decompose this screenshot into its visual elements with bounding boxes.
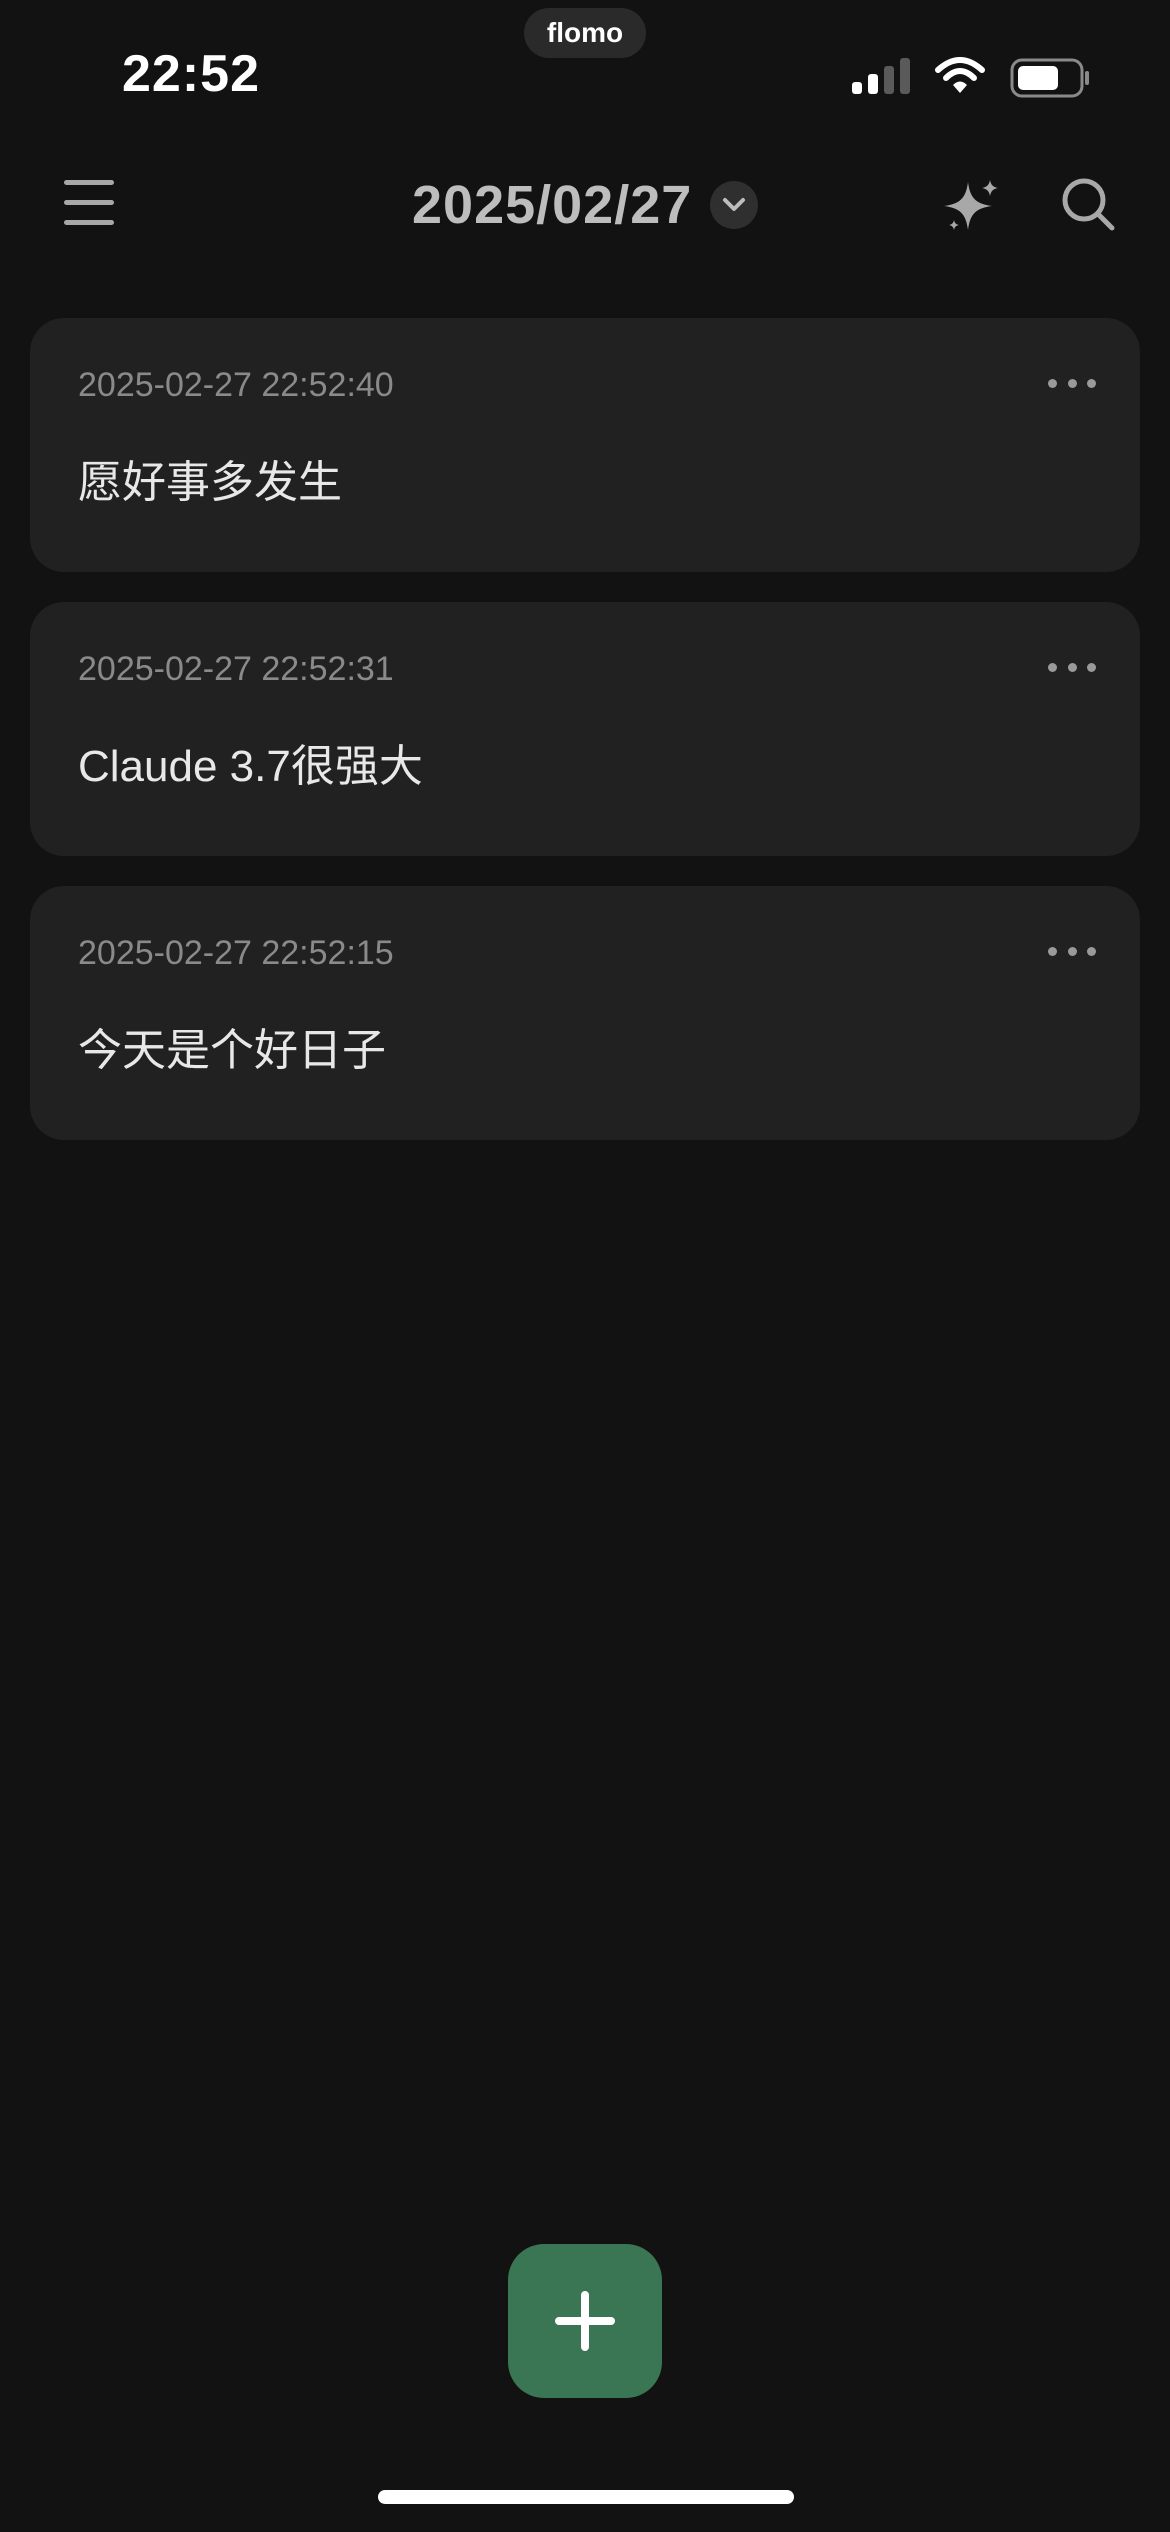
more-options-icon[interactable] — [1048, 368, 1096, 398]
app-name-pill: flomo — [524, 8, 646, 58]
sparkle-icon[interactable] — [944, 178, 1000, 234]
chevron-down-icon — [710, 181, 759, 229]
status-bar: 22:52 flomo — [0, 0, 1170, 120]
status-time: 22:52 — [122, 45, 260, 103]
memo-card[interactable]: 2025-02-27 22:52:15 今天是个好日子 — [30, 886, 1140, 1140]
home-indicator[interactable] — [378, 2490, 794, 2504]
more-options-icon[interactable] — [1048, 936, 1096, 966]
more-options-icon[interactable] — [1048, 652, 1096, 682]
memo-card[interactable]: 2025-02-27 22:52:40 愿好事多发生 — [30, 318, 1140, 572]
date-title: 2025/02/27 — [412, 175, 693, 235]
memo-card[interactable]: 2025-02-27 22:52:31 Claude 3.7很强大 — [30, 602, 1140, 856]
hamburger-menu-icon[interactable] — [64, 178, 116, 228]
wifi-icon — [935, 57, 985, 93]
memo-content: 愿好事多发生 — [78, 458, 342, 507]
memo-timestamp: 2025-02-27 22:52:40 — [78, 366, 394, 404]
battery-icon — [1010, 58, 1089, 98]
date-selector[interactable]: 2025/02/27 — [412, 174, 759, 236]
memo-list: 2025-02-27 22:52:40 愿好事多发生 2025-02-27 22… — [30, 318, 1140, 1170]
memo-timestamp: 2025-02-27 22:52:31 — [78, 650, 394, 688]
search-icon[interactable] — [1060, 176, 1116, 232]
header: 2025/02/27 — [0, 160, 1170, 260]
memo-content: Claude 3.7很强大 — [78, 742, 423, 791]
add-memo-button[interactable] — [508, 2244, 662, 2398]
plus-icon — [555, 2291, 615, 2351]
memo-timestamp: 2025-02-27 22:52:15 — [78, 934, 394, 972]
memo-content: 今天是个好日子 — [78, 1026, 386, 1075]
cellular-signal-icon — [852, 58, 910, 94]
